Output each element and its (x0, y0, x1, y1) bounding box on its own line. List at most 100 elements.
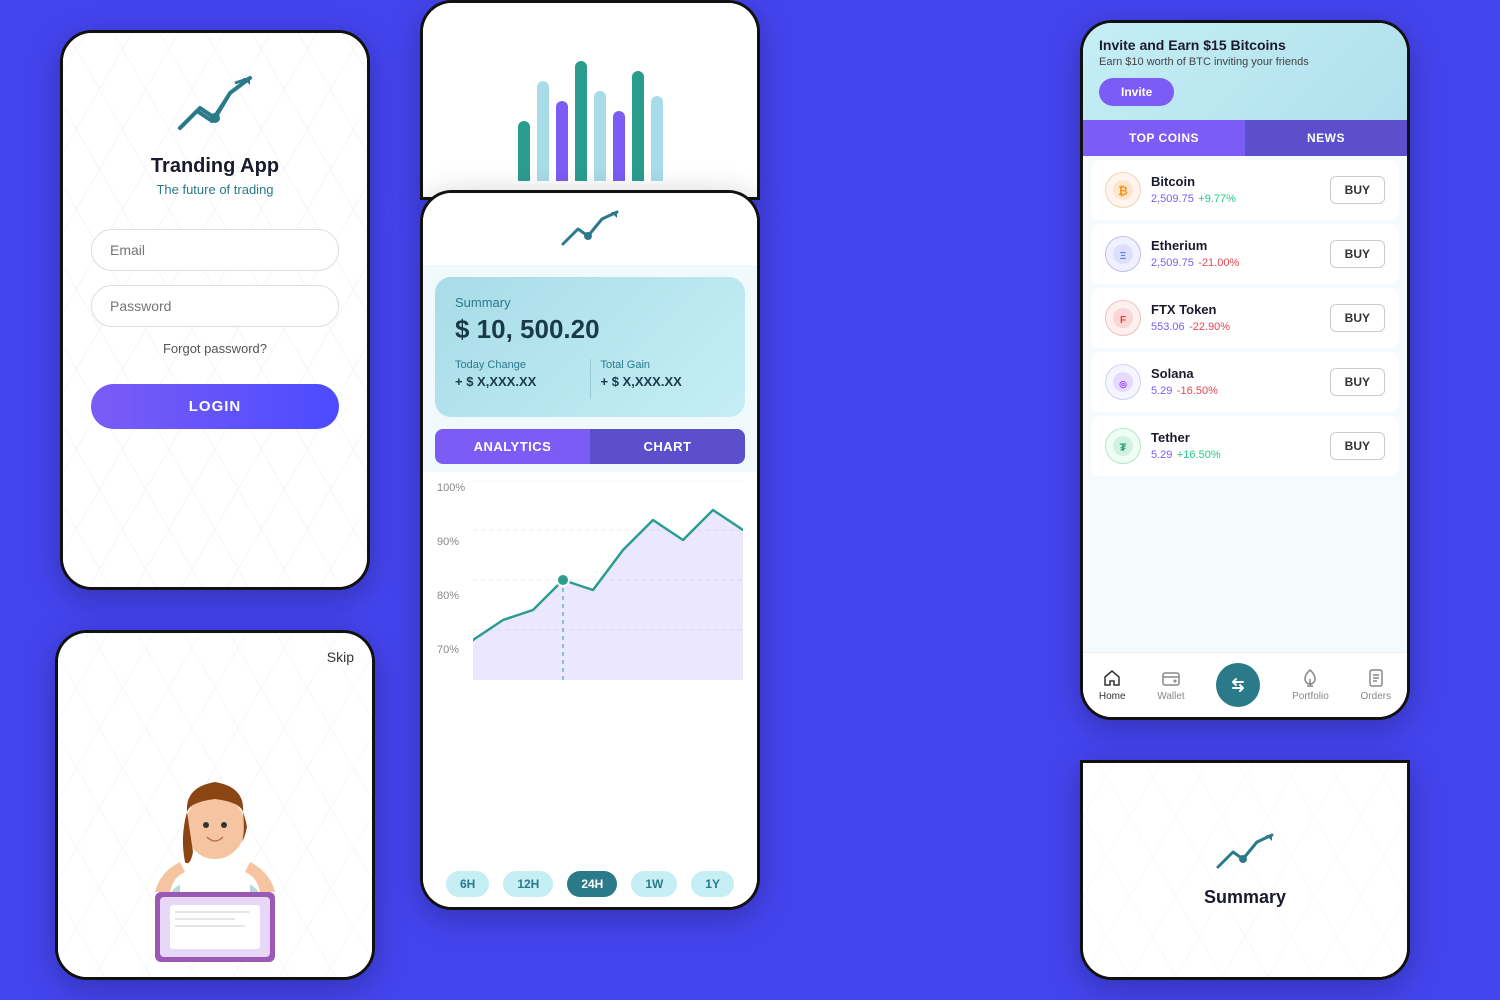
invite-title: Invite and Earn $15 Bitcoins (1099, 37, 1391, 53)
nav-orders-label: Orders (1361, 691, 1392, 702)
skip-button[interactable]: Skip (327, 649, 354, 665)
crypto-tabs: TOP COINS NEWS (1083, 120, 1407, 156)
login-subtitle: The future of trading (156, 182, 273, 197)
login-title: Tranding App (151, 155, 279, 178)
coin-item-tether: ₮ Tether 5.29 +16.50% BUY (1091, 416, 1399, 476)
y-label-80: 80% (437, 590, 465, 602)
nav-wallet[interactable]: Wallet (1157, 668, 1184, 702)
nav-portfolio[interactable]: Portfolio (1292, 668, 1329, 702)
phone-summary-bottom: Summary (1080, 760, 1410, 980)
bitcoin-price: 2,509.75 (1151, 193, 1194, 205)
svg-text:Ξ: Ξ (1120, 251, 1127, 262)
solana-name: Solana (1151, 366, 1330, 381)
nav-wallet-label: Wallet (1157, 691, 1184, 702)
total-gain-value: + $ X,XXX.XX (601, 374, 726, 389)
bitcoin-buy-button[interactable]: BUY (1330, 176, 1385, 204)
time-btn-12h[interactable]: 12H (503, 871, 553, 897)
bar-3 (556, 101, 568, 181)
chart-svg-container (473, 480, 745, 680)
etherium-info: Etherium 2,509.75 -21.00% (1151, 238, 1330, 271)
coin-item-bitcoin: ₿ Bitcoin 2,509.75 +9.77% BUY (1091, 160, 1399, 220)
etherium-change: -21.00% (1198, 257, 1239, 269)
today-change-value: + $ X,XXX.XX (455, 374, 580, 389)
password-input[interactable] (91, 285, 339, 327)
tether-icon: ₮ (1105, 428, 1141, 464)
etherium-name: Etherium (1151, 238, 1330, 253)
bar-2 (537, 81, 549, 181)
email-input[interactable] (91, 229, 339, 271)
solana-change: -16.50% (1177, 385, 1218, 397)
login-button[interactable]: LOGIN (91, 384, 339, 429)
coin-item-ftx: F FTX Token 553.06 -22.90% BUY (1091, 288, 1399, 348)
invite-button[interactable]: Invite (1099, 78, 1174, 106)
y-label-70: 70% (437, 644, 465, 656)
crypto-bottom-nav: Home Wallet Portfolio Orders (1083, 652, 1407, 717)
y-label-100: 100% (437, 482, 465, 494)
main-logo (560, 209, 620, 249)
time-btn-6h[interactable]: 6H (446, 871, 489, 897)
coin-list: ₿ Bitcoin 2,509.75 +9.77% BUY Ξ Eth (1083, 156, 1407, 652)
nav-orders[interactable]: Orders (1361, 668, 1392, 702)
ftx-price: 553.06 (1151, 321, 1185, 333)
chart-y-labels: 100% 90% 80% 70% (437, 482, 465, 656)
main-scene: Tranding App The future of trading Forgo… (0, 0, 1500, 1000)
total-gain-label: Total Gain (601, 359, 726, 371)
svg-text:F: F (1120, 315, 1126, 326)
time-btn-1y[interactable]: 1Y (691, 871, 734, 897)
nav-home-label: Home (1099, 691, 1126, 702)
phone-woman: Skip (55, 630, 375, 980)
coin-item-etherium: Ξ Etherium 2,509.75 -21.00% BUY (1091, 224, 1399, 284)
bar-7 (632, 71, 644, 181)
nav-swap[interactable] (1216, 663, 1260, 707)
bitcoin-name: Bitcoin (1151, 174, 1330, 189)
tether-price: 5.29 (1151, 449, 1172, 461)
line-chart-svg (473, 480, 743, 680)
summary-divider (590, 359, 591, 399)
bar-6 (613, 111, 625, 181)
bar-4 (575, 61, 587, 181)
etherium-price: 2,509.75 (1151, 257, 1194, 269)
bitcoin-info: Bitcoin 2,509.75 +9.77% (1151, 174, 1330, 207)
tether-name: Tether (1151, 430, 1330, 445)
summary-amount: $ 10, 500.20 (455, 314, 725, 345)
tab-chart[interactable]: CHART (590, 429, 745, 464)
tether-info: Tether 5.29 +16.50% (1151, 430, 1330, 463)
phone-chart-top (420, 0, 760, 200)
top-chart-bars (494, 41, 687, 181)
bitcoin-icon: ₿ (1105, 172, 1141, 208)
phone-login: Tranding App The future of trading Forgo… (60, 30, 370, 590)
phone-crypto-list: Invite and Earn $15 Bitcoins Earn $10 wo… (1080, 20, 1410, 720)
bitcoin-change: +9.77% (1198, 193, 1236, 205)
solana-price: 5.29 (1151, 385, 1172, 397)
tab-analytics[interactable]: ANALYTICS (435, 429, 590, 464)
tether-buy-button[interactable]: BUY (1330, 432, 1385, 460)
analytics-chart-tabs: ANALYTICS CHART (435, 429, 745, 464)
bar-8 (651, 96, 663, 181)
y-label-90: 90% (437, 536, 465, 548)
woman-illustration (105, 697, 325, 977)
svg-text:₮: ₮ (1120, 442, 1127, 454)
main-header (423, 193, 757, 265)
solana-buy-button[interactable]: BUY (1330, 368, 1385, 396)
time-buttons: 6H 12H 24H 1W 1Y (423, 861, 757, 907)
coin-item-solana: ◎ Solana 5.29 -16.50% BUY (1091, 352, 1399, 412)
time-btn-24h[interactable]: 24H (567, 871, 617, 897)
ftx-buy-button[interactable]: BUY (1330, 304, 1385, 332)
nav-home[interactable]: Home (1099, 668, 1126, 702)
summary-label: Summary (455, 295, 725, 310)
chart-area: 100% 90% 80% 70% (423, 472, 757, 861)
tab-news[interactable]: NEWS (1245, 120, 1407, 156)
login-logo (175, 73, 255, 143)
ftx-change: -22.90% (1189, 321, 1230, 333)
tether-change: +16.50% (1177, 449, 1221, 461)
tab-top-coins[interactable]: TOP COINS (1083, 120, 1245, 156)
invite-sub: Earn $10 worth of BTC inviting your frie… (1099, 56, 1391, 68)
forgot-password-link[interactable]: Forgot password? (163, 341, 267, 356)
etherium-icon: Ξ (1105, 236, 1141, 272)
swap-icon[interactable] (1216, 663, 1260, 707)
ftx-name: FTX Token (1151, 302, 1330, 317)
bar-5 (594, 91, 606, 181)
etherium-buy-button[interactable]: BUY (1330, 240, 1385, 268)
nav-portfolio-label: Portfolio (1292, 691, 1329, 702)
time-btn-1w[interactable]: 1W (631, 871, 677, 897)
